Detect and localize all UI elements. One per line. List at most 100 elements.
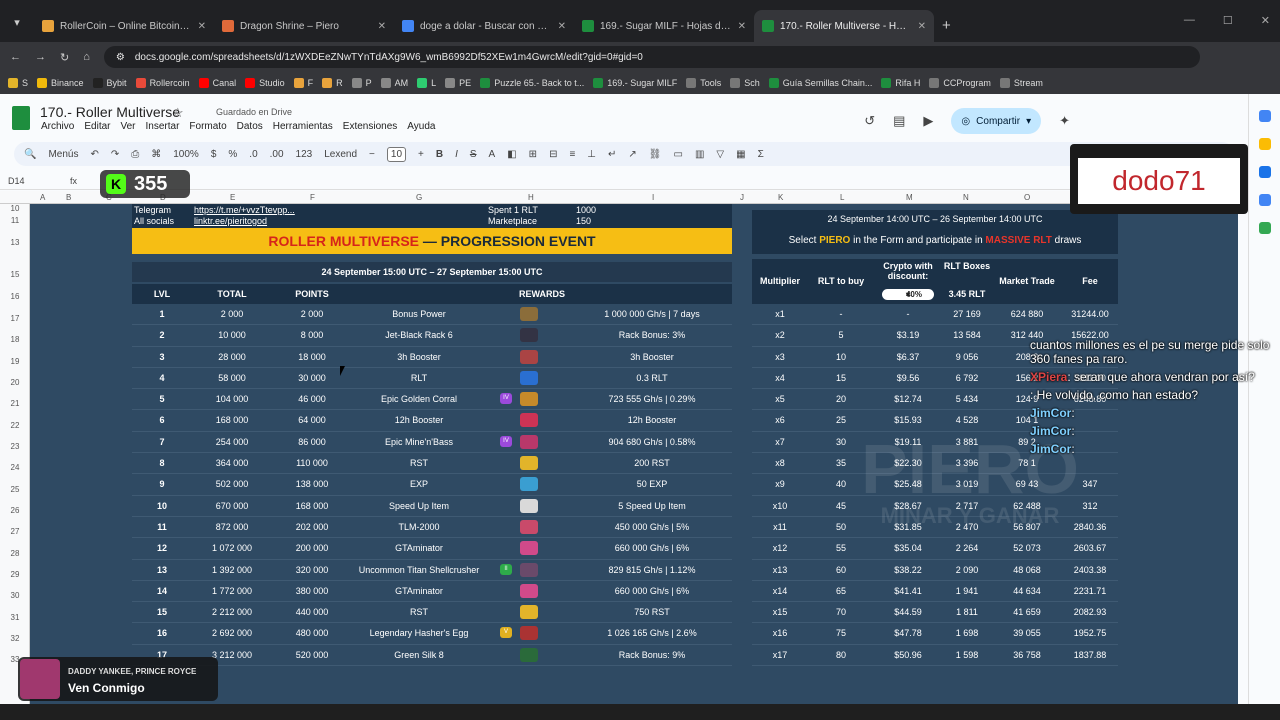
bookmark[interactable]: Guía Semillas Chain... [768,78,872,88]
table-row[interactable]: 14 1 772 000 380 000 GTAminator 660 000 Gh/s… [132,581,732,603]
percent-format[interactable]: % [228,149,237,160]
sheets-logo-icon[interactable] [12,106,30,130]
print-icon[interactable]: ⎙ [131,149,139,160]
contacts-icon[interactable] [1258,194,1271,206]
table-row[interactable]: 9 502 000 138 000 EXP 50 EXP [132,474,732,496]
wrap-icon[interactable]: ↵ [608,149,616,160]
column-header[interactable]: I [652,193,654,202]
bookmark[interactable]: L [417,78,436,88]
new-tab-button[interactable]: + [942,17,951,34]
increase-decimal[interactable]: .00 [270,149,284,160]
table-row[interactable]: 4 58 000 30 000 RLT 0.3 RLT [132,368,732,390]
row-header[interactable]: 28 [0,549,30,558]
row-header[interactable]: 10 [0,204,30,213]
menu-item[interactable]: Insertar [146,121,180,132]
table-row[interactable]: 11 872 000 202 000 TLM-2000 450 000 Gh/s | 5… [132,517,732,539]
table-row[interactable]: 16 2 692 000 480 000 Legendary Hasher's Egg… [132,623,732,645]
row-header[interactable]: 21 [0,399,30,408]
bold-icon[interactable]: B [436,149,443,160]
bookmark-folder[interactable]: CCProgram [929,78,991,88]
menus-search[interactable]: Menús [48,149,78,160]
table-row[interactable]: 2 10 000 8 000 Jet-Black Rack 6 Rack Bonus: … [132,325,732,347]
close-window-icon[interactable]: ✕ [1261,14,1270,27]
valign-icon[interactable]: ⊥ [587,149,596,160]
history-icon[interactable]: ↺ [864,113,875,129]
strikethrough-icon[interactable]: S [470,149,477,160]
column-header[interactable]: M [906,193,913,202]
merge-icon[interactable]: ⊟ [549,149,557,160]
info-link[interactable]: https://t.me/+vvzTtevpp... [194,205,295,215]
row-header[interactable]: 26 [0,506,30,515]
browser-tab[interactable]: 169.- Sugar MILF - Hojas de cálculo ✕ [574,10,754,42]
discount-dropdown[interactable]: 40% ▾ [882,289,934,300]
table-row[interactable]: 17 3 212 000 520 000 Green Silk 8 Rack Bonus… [132,645,732,667]
table-row[interactable]: x14 65 $41.41 1 941 44 634 2231.71 [752,581,1118,603]
redo-icon[interactable]: ↷ [111,149,119,160]
row-header[interactable]: 16 [0,292,30,301]
column-header[interactable]: H [528,193,534,202]
bookmark[interactable]: Rollercoin [135,78,190,88]
bookmark[interactable]: Rifa H [881,78,920,88]
zoom-select[interactable]: 100% [173,149,199,160]
bookmark[interactable]: PE [445,78,471,88]
link-icon[interactable]: ⛓ [649,149,662,160]
chevron-down-icon[interactable]: ▾ [1026,116,1031,127]
row-header[interactable]: 20 [0,378,30,387]
text-color-icon[interactable]: A [489,149,496,160]
bookmark-folder[interactable]: Stream [999,78,1043,88]
font-size-increase-icon[interactable]: + [418,149,424,160]
table-row[interactable]: 8 364 000 110 000 RST 200 RST [132,453,732,475]
table-row[interactable]: x16 75 $47.78 1 698 39 055 1952.75 [752,623,1118,645]
doc-title[interactable]: 170.- Roller Multiverse [40,104,180,120]
menu-item[interactable]: Ayuda [407,121,435,132]
table-row[interactable]: 13 1 392 000 320 000 Uncommon Titan Shellcr… [132,560,732,581]
row-header[interactable]: 24 [0,463,30,472]
back-icon[interactable]: ← [10,51,21,63]
filter-icon[interactable]: ▽ [716,149,724,160]
font-size-decrease-icon[interactable]: − [369,149,375,160]
decrease-decimal[interactable]: .0 [249,149,257,160]
bookmark[interactable]: Binance [37,78,84,88]
bookmark[interactable]: Bybit [92,78,127,88]
bookmark[interactable]: Canal [198,78,236,88]
column-header[interactable]: A [40,193,45,202]
column-header[interactable]: F [310,193,315,202]
row-header[interactable]: 15 [0,270,30,279]
column-header[interactable]: E [230,193,235,202]
undo-icon[interactable]: ↶ [90,149,98,160]
row-header[interactable]: 13 [0,238,30,247]
bookmark[interactable]: S [8,78,28,88]
row-header[interactable]: 27 [0,527,30,536]
info-link[interactable]: linktr.ee/pieritogod [194,216,267,226]
font-select[interactable]: Lexend [324,149,357,160]
table-row[interactable]: 3 28 000 18 000 3h Booster 3h Booster [132,347,732,368]
row-header[interactable]: 11 [0,216,30,225]
row-header[interactable]: 18 [0,335,30,344]
tab-search-icon[interactable]: ▾ [6,11,28,33]
browser-tab[interactable]: Dragon Shrine – Piero ✕ [214,10,394,42]
column-header[interactable]: O [1024,193,1030,202]
url-bar[interactable]: ⚙ docs.google.com/spreadsheets/d/1zWXDEeZ… [103,46,1200,68]
column-header[interactable]: N [963,193,969,202]
bookmark[interactable]: AM [380,78,408,88]
close-icon[interactable]: ✕ [378,21,386,32]
meet-icon[interactable]: ▶ [923,113,933,129]
table-row[interactable]: 5 104 000 46 000 Epic Golden Corral IV 723 55… [132,389,732,411]
gemini-icon[interactable]: ✦ [1059,113,1070,129]
fill-color-icon[interactable]: ◧ [507,149,516,160]
row-header[interactable]: 32 [0,634,30,643]
row-header[interactable]: 30 [0,591,30,600]
maps-icon[interactable] [1258,222,1271,234]
bookmark[interactable]: Studio [245,78,285,88]
font-size-input[interactable]: 10 [386,146,407,162]
menu-item[interactable]: Herramientas [273,121,333,132]
borders-icon[interactable]: ⊞ [529,149,537,160]
rotate-icon[interactable]: ↗ [628,149,636,160]
table-row[interactable]: 7 254 000 86 000 Epic Mine'n'Bass IV 904 680 … [132,432,732,454]
minimize-icon[interactable]: — [1184,14,1195,27]
close-icon[interactable]: ✕ [198,21,206,32]
bookmark[interactable]: Puzzle 65.- Back to t... [480,78,584,88]
search-menus-icon[interactable]: 🔍 [24,149,36,160]
forward-icon[interactable]: → [35,51,46,63]
bookmark[interactable]: F [293,78,313,88]
